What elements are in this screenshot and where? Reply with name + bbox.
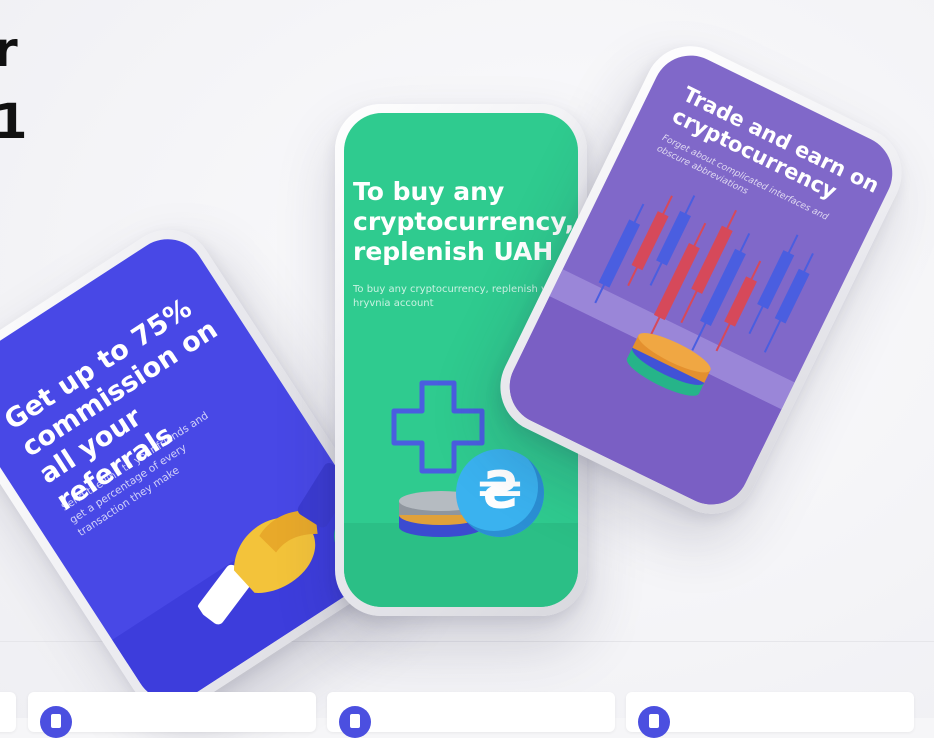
headline-line-2: 1 [0,94,28,150]
feature-card[interactable] [28,692,316,738]
feature-card[interactable] [626,692,914,738]
phone-icon [638,706,670,738]
replenish-title: To buy any cryptocurrency, replenish UAH [353,177,575,266]
feature-card[interactable] [327,692,615,738]
phone-icon [40,706,72,738]
hryvnia-symbol: ₴ [477,461,523,521]
feature-card[interactable] [0,692,16,732]
hryvnia-coin-icon: ₴ [456,449,544,537]
page-headline: r 1 [0,14,27,158]
phone-icon [339,706,371,738]
headline-line-1: r [0,22,18,78]
